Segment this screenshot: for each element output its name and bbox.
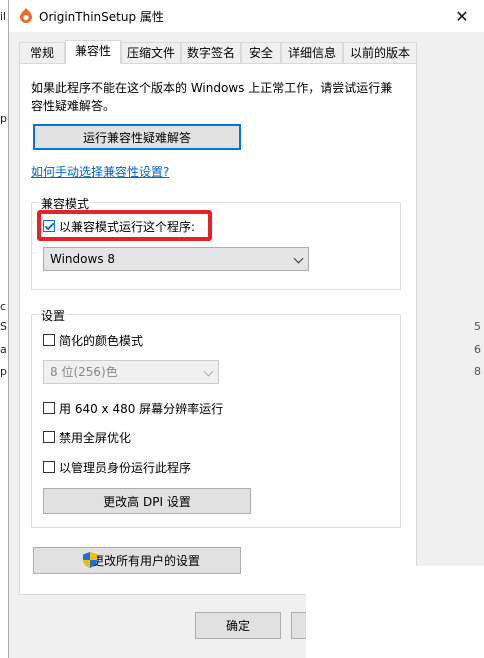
color-mode-value: 8 位(256)色 (50, 365, 118, 379)
bg-text-fragment: p (0, 365, 7, 378)
fullscreen-opt-checkbox[interactable] (43, 431, 55, 443)
red-highlight-box (37, 210, 212, 241)
uac-shield-icon (83, 552, 97, 568)
window-title: OriginThinSetup 属性 (39, 10, 164, 24)
origin-logo-icon (20, 8, 32, 23)
chevron-down-icon (203, 366, 214, 377)
ok-button[interactable]: 确定 (195, 612, 281, 639)
troubleshoot-button[interactable]: 运行兼容性疑难解答 (33, 124, 241, 150)
close-button[interactable]: ✕ (439, 0, 484, 32)
change-all-users-label: 更改所有用户的设置 (91, 554, 200, 568)
change-all-users-button[interactable]: 更改所有用户的设置 (33, 547, 241, 574)
close-icon: ✕ (455, 6, 469, 26)
title-bar[interactable]: OriginThinSetup 属性 ✕ (9, 0, 484, 32)
tab-previous-versions[interactable]: 以前的版本 (343, 42, 417, 63)
blank-overlay (306, 566, 484, 658)
bg-text-fragment: c (0, 300, 7, 313)
change-dpi-button[interactable]: 更改高 DPI 设置 (43, 488, 251, 514)
screen: il p c S a p OriginThinSetup 属性 ✕ 常规 兼容性… (0, 0, 484, 658)
color-mode-select: 8 位(256)色 (43, 360, 219, 384)
tab-digital-signature[interactable]: 数字签名 (181, 42, 241, 63)
tab-archive[interactable]: 压缩文件 (121, 42, 181, 63)
settings-group-title: 设置 (39, 307, 68, 324)
bg-text-fragment: il (0, 10, 7, 23)
os-version-value: Windows 8 (50, 252, 116, 266)
tab-security[interactable]: 安全 (241, 42, 281, 63)
bg-text-fragment: a (0, 343, 7, 356)
bg-text-fragment: p (0, 112, 7, 125)
tab-compatibility[interactable]: 兼容性 (65, 40, 121, 64)
resolution-checkbox[interactable] (43, 402, 55, 414)
resolution-label: 用 640 x 480 屏幕分辨率运行 (59, 402, 224, 416)
reduced-color-label: 简化的颜色模式 (59, 334, 144, 348)
chevron-down-icon (293, 253, 304, 264)
bg-text-fragment: 8 (474, 365, 481, 378)
bg-text-fragment: 5 (474, 320, 481, 333)
intro-text: 如果此程序不能在这个版本的 Windows 上正常工作，请尝试运行兼容性疑难解答… (31, 81, 393, 113)
manual-settings-link[interactable]: 如何手动选择兼容性设置? (31, 163, 169, 180)
tab-details[interactable]: 详细信息 (281, 42, 343, 63)
reduced-color-checkbox[interactable] (43, 334, 55, 346)
fullscreen-opt-label: 禁用全屏优化 (59, 431, 132, 445)
run-as-admin-checkbox[interactable] (43, 461, 55, 473)
os-version-select[interactable]: Windows 8 (43, 247, 309, 271)
run-as-admin-label: 以管理员身份运行此程序 (59, 461, 192, 475)
bg-text-fragment: 6 (474, 343, 481, 356)
bg-text-fragment: S (0, 320, 7, 333)
properties-dialog: OriginThinSetup 属性 ✕ 常规 兼容性 压缩文件 数字签名 安全… (8, 0, 484, 658)
tab-general[interactable]: 常规 (19, 42, 65, 63)
